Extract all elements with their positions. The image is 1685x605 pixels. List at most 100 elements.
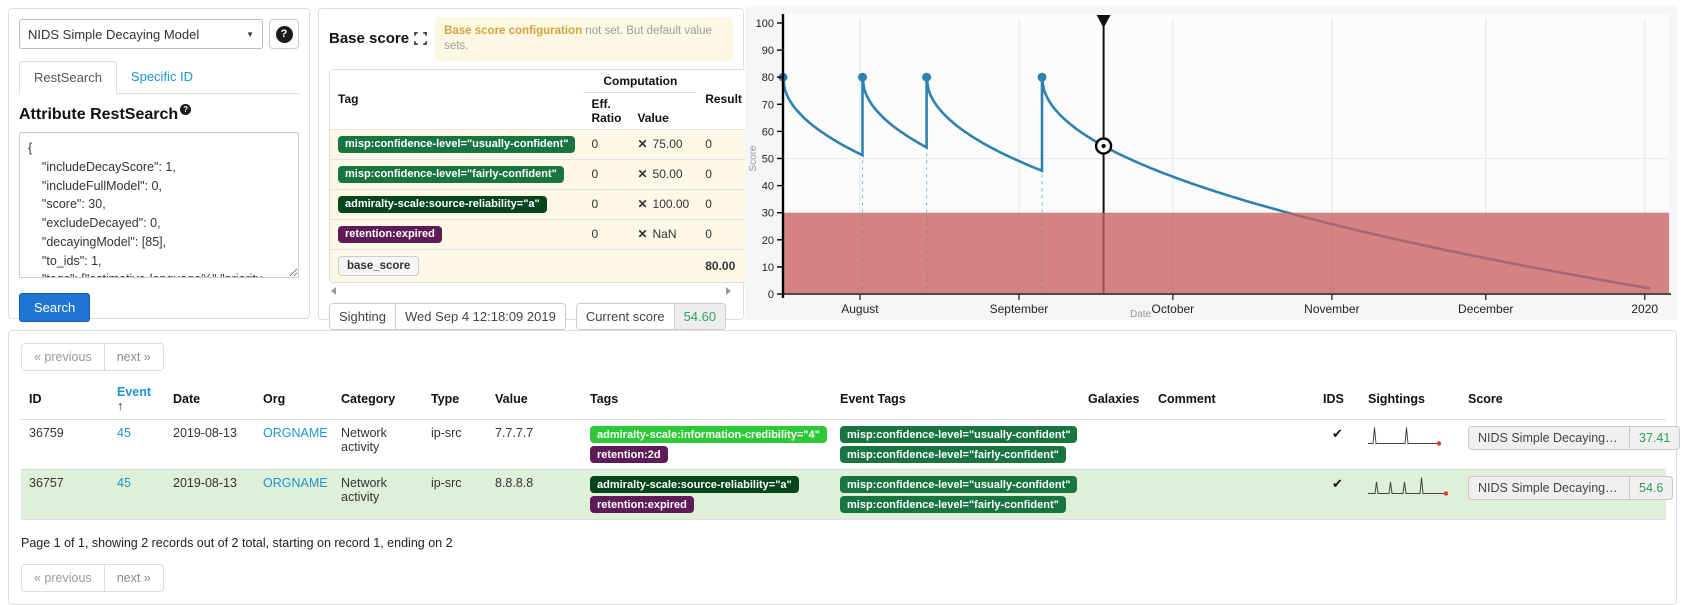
cell-value: 7.7.7.7 — [487, 420, 582, 470]
table-row: 36759 45 2019-08-13 ORGNAME Network acti… — [21, 420, 1666, 470]
tag-badge[interactable]: retention:2d — [590, 446, 668, 463]
col-header-ids[interactable]: IDS — [1315, 379, 1360, 420]
col-header-tags: Tags — [582, 379, 832, 420]
decay-chart[interactable]: 0102030405060708090100AugustSeptemberOct… — [745, 6, 1677, 320]
previous-page-button[interactable]: « previous — [21, 564, 105, 592]
table-row: 36757 45 2019-08-13 ORGNAME Network acti… — [21, 470, 1666, 520]
multiply-icon: ✕ — [637, 227, 647, 241]
cell-category: Network activity — [333, 420, 423, 470]
heading-help-icon: ? — [180, 104, 191, 115]
cell-org: ORGNAME — [255, 420, 333, 470]
col-header-value[interactable]: Value — [487, 379, 582, 420]
sort-asc-icon: ↑ — [117, 399, 123, 413]
next-page-button[interactable]: next » — [104, 343, 164, 371]
tag-badge[interactable]: admiralty-scale:source-reliability="a" — [590, 476, 799, 493]
tag-badge[interactable]: admiralty-scale:information-credibility=… — [590, 426, 827, 443]
cell-score: NIDS Simple Decaying … 37.41 — [1460, 420, 1666, 470]
threshold-zone — [783, 213, 1669, 294]
col-header-score[interactable]: Score — [1460, 379, 1666, 420]
bs-row: misp:confidence-level="usually-confident… — [330, 129, 750, 159]
bs-eff-ratio: 0 — [583, 219, 629, 249]
tag-badge[interactable]: misp:confidence-level="fairly-confident" — [840, 496, 1066, 513]
tab-specific-id[interactable]: Specific ID — [117, 61, 207, 93]
cell-comment — [1150, 470, 1315, 520]
col-header-org[interactable]: Org — [255, 379, 333, 420]
col-header-event[interactable]: Event ↑ — [109, 379, 165, 420]
search-tabs: RestSearch Specific ID — [19, 61, 299, 94]
tag-badge: misp:confidence-level="usually-confident… — [338, 136, 575, 153]
cell-sightings — [1360, 420, 1460, 470]
col-header-category[interactable]: Category — [333, 379, 423, 420]
cell-tags: admiralty-scale:information-credibility=… — [582, 420, 832, 470]
svg-text:20: 20 — [762, 235, 774, 247]
svg-text:October: October — [1151, 302, 1194, 316]
org-link[interactable]: ORGNAME — [263, 426, 328, 440]
cell-id: 36759 — [21, 420, 109, 470]
col-header-sightings: Sightings — [1360, 379, 1460, 420]
svg-text:100: 100 — [756, 18, 774, 30]
sighting-point — [922, 73, 931, 82]
score-model-label: NIDS Simple Decaying … — [1469, 427, 1629, 449]
col-header-galaxies: Galaxies — [1080, 379, 1150, 420]
tag-badge[interactable]: misp:confidence-level="fairly-confident" — [840, 446, 1066, 463]
base-score-alert: Base score configuration not set. But de… — [435, 17, 733, 61]
event-link[interactable]: 45 — [117, 476, 131, 490]
base-score-table: Tag Computation Result Eff. Ratio Value … — [329, 69, 751, 283]
check-icon: ✔ — [1323, 426, 1352, 442]
cell-value: 8.8.8.8 — [487, 470, 582, 520]
multiply-icon: ✕ — [637, 197, 647, 211]
restsearch-query-input[interactable]: { "includeDecayScore": 1, "includeFullMo… — [19, 132, 299, 278]
cell-category: Network activity — [333, 470, 423, 520]
svg-text:80: 80 — [762, 72, 774, 84]
model-select[interactable]: NIDS Simple Decaying Model ▼ — [19, 19, 263, 49]
col-header-date[interactable]: Date — [165, 379, 255, 420]
search-button[interactable]: Search — [19, 293, 90, 322]
svg-text:December: December — [1458, 302, 1513, 316]
y-axis-label: Score — [748, 145, 759, 172]
tab-restsearch[interactable]: RestSearch — [19, 61, 117, 94]
base-score-title: Base score — [329, 30, 427, 47]
svg-text:60: 60 — [762, 126, 774, 138]
cell-id: 36757 — [21, 470, 109, 520]
svg-text:August: August — [841, 302, 879, 316]
svg-text:10: 10 — [762, 262, 774, 274]
cell-type: ip-src — [423, 420, 487, 470]
svg-text:2020: 2020 — [1631, 302, 1658, 316]
bs-value: ✕50.00 — [629, 159, 697, 189]
tag-badge[interactable]: misp:confidence-level="usually-confident… — [840, 476, 1077, 493]
sighting-label: Sighting — [330, 304, 395, 329]
event-link[interactable]: 45 — [117, 426, 131, 440]
previous-page-button[interactable]: « previous — [21, 343, 105, 371]
expand-icon[interactable] — [414, 32, 427, 45]
sightings-sparkline — [1368, 476, 1453, 498]
score-value: 37.41 — [1629, 427, 1679, 449]
sighting-date: Wed Sep 4 12:18:09 2019 — [395, 304, 565, 329]
svg-text:November: November — [1304, 302, 1359, 316]
cell-org: ORGNAME — [255, 470, 333, 520]
org-link[interactable]: ORGNAME — [263, 476, 328, 490]
scroll-right-icon — [726, 287, 731, 295]
results-panel: « previous next » ID Event ↑ Date Org Ca… — [8, 330, 1677, 605]
col-header-type[interactable]: Type — [423, 379, 487, 420]
col-header-comment[interactable]: Comment — [1150, 379, 1315, 420]
bs-value: ✕NaN — [629, 219, 697, 249]
svg-text:70: 70 — [762, 99, 774, 111]
cell-score: NIDS Simple Decaying … 54.6 — [1460, 470, 1666, 520]
svg-text:90: 90 — [762, 45, 774, 57]
tag-badge[interactable]: retention:expired — [590, 496, 694, 513]
cell-event: 45 — [109, 470, 165, 520]
cell-galaxies — [1080, 420, 1150, 470]
tag-badge[interactable]: misp:confidence-level="usually-confident… — [840, 426, 1077, 443]
model-help-button[interactable]: ? — [269, 19, 299, 49]
model-panel: NIDS Simple Decaying Model ▼ ? RestSearc… — [8, 8, 310, 319]
score-box: NIDS Simple Decaying … 37.41 — [1468, 426, 1680, 450]
bs-value: ✕100.00 — [629, 189, 697, 219]
svg-text:40: 40 — [762, 181, 774, 193]
decay-chart-area: 0102030405060708090100AugustSeptemberOct… — [745, 6, 1677, 320]
next-page-button[interactable]: next » — [104, 564, 164, 592]
horizontal-scrollbar[interactable] — [329, 285, 733, 297]
col-header-event-tags: Event Tags — [832, 379, 1080, 420]
last-sighting-dot — [1444, 491, 1448, 495]
svg-text:50: 50 — [762, 154, 774, 166]
pagination-bottom: « previous next » — [21, 564, 164, 592]
